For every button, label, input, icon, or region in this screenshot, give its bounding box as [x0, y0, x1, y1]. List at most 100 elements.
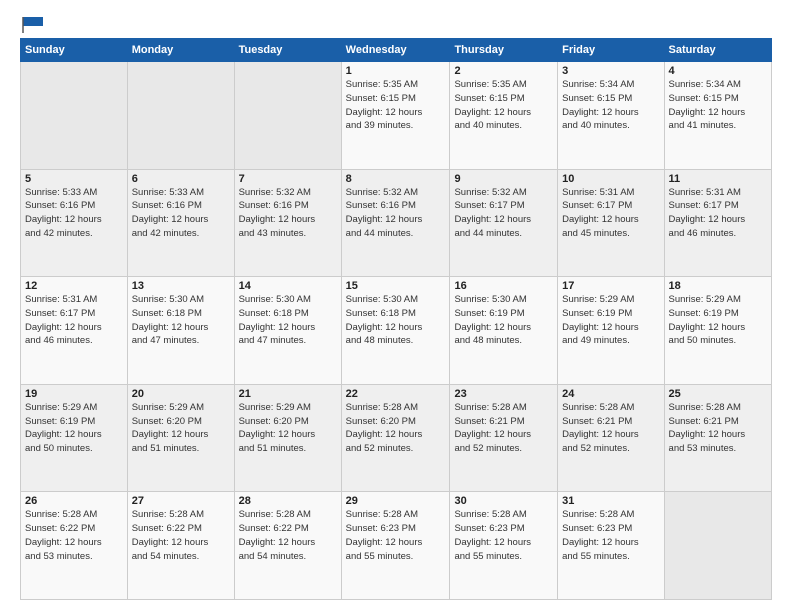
- day-number: 22: [346, 388, 446, 400]
- day-info: Sunrise: 5:29 AM Sunset: 6:20 PM Dayligh…: [239, 401, 337, 456]
- calendar-week-4: 19Sunrise: 5:29 AM Sunset: 6:19 PM Dayli…: [21, 384, 772, 492]
- day-info: Sunrise: 5:31 AM Sunset: 6:17 PM Dayligh…: [669, 186, 767, 241]
- calendar-cell: 10Sunrise: 5:31 AM Sunset: 6:17 PM Dayli…: [558, 169, 664, 277]
- day-number: 12: [25, 280, 123, 292]
- calendar-header-sunday: Sunday: [21, 39, 128, 62]
- day-number: 29: [346, 495, 446, 507]
- day-info: Sunrise: 5:35 AM Sunset: 6:15 PM Dayligh…: [346, 78, 446, 133]
- calendar-week-1: 1Sunrise: 5:35 AM Sunset: 6:15 PM Daylig…: [21, 62, 772, 170]
- calendar-cell: 15Sunrise: 5:30 AM Sunset: 6:18 PM Dayli…: [341, 277, 450, 385]
- calendar-cell: 25Sunrise: 5:28 AM Sunset: 6:21 PM Dayli…: [664, 384, 771, 492]
- day-number: 6: [132, 173, 230, 185]
- day-number: 21: [239, 388, 337, 400]
- calendar-cell: 12Sunrise: 5:31 AM Sunset: 6:17 PM Dayli…: [21, 277, 128, 385]
- calendar-cell: 22Sunrise: 5:28 AM Sunset: 6:20 PM Dayli…: [341, 384, 450, 492]
- day-info: Sunrise: 5:34 AM Sunset: 6:15 PM Dayligh…: [669, 78, 767, 133]
- day-number: 11: [669, 173, 767, 185]
- calendar-week-3: 12Sunrise: 5:31 AM Sunset: 6:17 PM Dayli…: [21, 277, 772, 385]
- calendar-cell: 6Sunrise: 5:33 AM Sunset: 6:16 PM Daylig…: [127, 169, 234, 277]
- day-info: Sunrise: 5:32 AM Sunset: 6:16 PM Dayligh…: [346, 186, 446, 241]
- day-info: Sunrise: 5:31 AM Sunset: 6:17 PM Dayligh…: [25, 293, 123, 348]
- day-number: 9: [454, 173, 553, 185]
- day-info: Sunrise: 5:28 AM Sunset: 6:21 PM Dayligh…: [454, 401, 553, 456]
- calendar-cell: 18Sunrise: 5:29 AM Sunset: 6:19 PM Dayli…: [664, 277, 771, 385]
- day-number: 18: [669, 280, 767, 292]
- calendar-cell: [21, 62, 128, 170]
- logo-flag-icon: [21, 16, 45, 34]
- calendar-cell: 20Sunrise: 5:29 AM Sunset: 6:20 PM Dayli…: [127, 384, 234, 492]
- calendar-cell: 13Sunrise: 5:30 AM Sunset: 6:18 PM Dayli…: [127, 277, 234, 385]
- day-info: Sunrise: 5:35 AM Sunset: 6:15 PM Dayligh…: [454, 78, 553, 133]
- day-info: Sunrise: 5:32 AM Sunset: 6:16 PM Dayligh…: [239, 186, 337, 241]
- calendar-cell: 5Sunrise: 5:33 AM Sunset: 6:16 PM Daylig…: [21, 169, 128, 277]
- calendar-table: SundayMondayTuesdayWednesdayThursdayFrid…: [20, 38, 772, 600]
- calendar-cell: 19Sunrise: 5:29 AM Sunset: 6:19 PM Dayli…: [21, 384, 128, 492]
- day-number: 15: [346, 280, 446, 292]
- calendar-cell: 7Sunrise: 5:32 AM Sunset: 6:16 PM Daylig…: [234, 169, 341, 277]
- calendar-header-wednesday: Wednesday: [341, 39, 450, 62]
- calendar-week-2: 5Sunrise: 5:33 AM Sunset: 6:16 PM Daylig…: [21, 169, 772, 277]
- day-number: 24: [562, 388, 659, 400]
- day-number: 27: [132, 495, 230, 507]
- day-number: 31: [562, 495, 659, 507]
- day-info: Sunrise: 5:30 AM Sunset: 6:18 PM Dayligh…: [346, 293, 446, 348]
- day-number: 26: [25, 495, 123, 507]
- calendar-cell: 29Sunrise: 5:28 AM Sunset: 6:23 PM Dayli…: [341, 492, 450, 600]
- day-number: 3: [562, 65, 659, 77]
- calendar-cell: [127, 62, 234, 170]
- day-number: 8: [346, 173, 446, 185]
- calendar-cell: 28Sunrise: 5:28 AM Sunset: 6:22 PM Dayli…: [234, 492, 341, 600]
- calendar-cell: 2Sunrise: 5:35 AM Sunset: 6:15 PM Daylig…: [450, 62, 558, 170]
- calendar-header-tuesday: Tuesday: [234, 39, 341, 62]
- calendar-cell: 1Sunrise: 5:35 AM Sunset: 6:15 PM Daylig…: [341, 62, 450, 170]
- calendar-cell: 27Sunrise: 5:28 AM Sunset: 6:22 PM Dayli…: [127, 492, 234, 600]
- calendar-cell: 21Sunrise: 5:29 AM Sunset: 6:20 PM Dayli…: [234, 384, 341, 492]
- day-number: 13: [132, 280, 230, 292]
- calendar-cell: 24Sunrise: 5:28 AM Sunset: 6:21 PM Dayli…: [558, 384, 664, 492]
- calendar-cell: 3Sunrise: 5:34 AM Sunset: 6:15 PM Daylig…: [558, 62, 664, 170]
- day-info: Sunrise: 5:32 AM Sunset: 6:17 PM Dayligh…: [454, 186, 553, 241]
- day-number: 4: [669, 65, 767, 77]
- calendar-cell: [234, 62, 341, 170]
- day-number: 30: [454, 495, 553, 507]
- calendar-cell: 8Sunrise: 5:32 AM Sunset: 6:16 PM Daylig…: [341, 169, 450, 277]
- calendar-cell: [664, 492, 771, 600]
- day-number: 5: [25, 173, 123, 185]
- day-info: Sunrise: 5:28 AM Sunset: 6:22 PM Dayligh…: [239, 508, 337, 563]
- day-info: Sunrise: 5:28 AM Sunset: 6:20 PM Dayligh…: [346, 401, 446, 456]
- day-number: 2: [454, 65, 553, 77]
- day-number: 28: [239, 495, 337, 507]
- header: [20, 16, 772, 30]
- day-info: Sunrise: 5:28 AM Sunset: 6:22 PM Dayligh…: [25, 508, 123, 563]
- day-info: Sunrise: 5:30 AM Sunset: 6:19 PM Dayligh…: [454, 293, 553, 348]
- calendar-cell: 4Sunrise: 5:34 AM Sunset: 6:15 PM Daylig…: [664, 62, 771, 170]
- day-number: 1: [346, 65, 446, 77]
- day-number: 14: [239, 280, 337, 292]
- day-info: Sunrise: 5:29 AM Sunset: 6:20 PM Dayligh…: [132, 401, 230, 456]
- calendar-header-saturday: Saturday: [664, 39, 771, 62]
- calendar-cell: 14Sunrise: 5:30 AM Sunset: 6:18 PM Dayli…: [234, 277, 341, 385]
- day-info: Sunrise: 5:28 AM Sunset: 6:23 PM Dayligh…: [562, 508, 659, 563]
- day-number: 10: [562, 173, 659, 185]
- calendar-cell: 23Sunrise: 5:28 AM Sunset: 6:21 PM Dayli…: [450, 384, 558, 492]
- day-info: Sunrise: 5:33 AM Sunset: 6:16 PM Dayligh…: [25, 186, 123, 241]
- calendar-cell: 17Sunrise: 5:29 AM Sunset: 6:19 PM Dayli…: [558, 277, 664, 385]
- calendar-cell: 11Sunrise: 5:31 AM Sunset: 6:17 PM Dayli…: [664, 169, 771, 277]
- day-info: Sunrise: 5:28 AM Sunset: 6:21 PM Dayligh…: [669, 401, 767, 456]
- day-info: Sunrise: 5:28 AM Sunset: 6:22 PM Dayligh…: [132, 508, 230, 563]
- day-info: Sunrise: 5:29 AM Sunset: 6:19 PM Dayligh…: [669, 293, 767, 348]
- day-info: Sunrise: 5:28 AM Sunset: 6:21 PM Dayligh…: [562, 401, 659, 456]
- day-number: 19: [25, 388, 123, 400]
- day-info: Sunrise: 5:31 AM Sunset: 6:17 PM Dayligh…: [562, 186, 659, 241]
- calendar-cell: 31Sunrise: 5:28 AM Sunset: 6:23 PM Dayli…: [558, 492, 664, 600]
- calendar-header-thursday: Thursday: [450, 39, 558, 62]
- calendar-page: SundayMondayTuesdayWednesdayThursdayFrid…: [0, 0, 792, 612]
- day-info: Sunrise: 5:29 AM Sunset: 6:19 PM Dayligh…: [562, 293, 659, 348]
- logo: [20, 16, 46, 30]
- day-number: 25: [669, 388, 767, 400]
- calendar-cell: 26Sunrise: 5:28 AM Sunset: 6:22 PM Dayli…: [21, 492, 128, 600]
- day-number: 23: [454, 388, 553, 400]
- day-number: 7: [239, 173, 337, 185]
- calendar-header-row: SundayMondayTuesdayWednesdayThursdayFrid…: [21, 39, 772, 62]
- day-info: Sunrise: 5:30 AM Sunset: 6:18 PM Dayligh…: [132, 293, 230, 348]
